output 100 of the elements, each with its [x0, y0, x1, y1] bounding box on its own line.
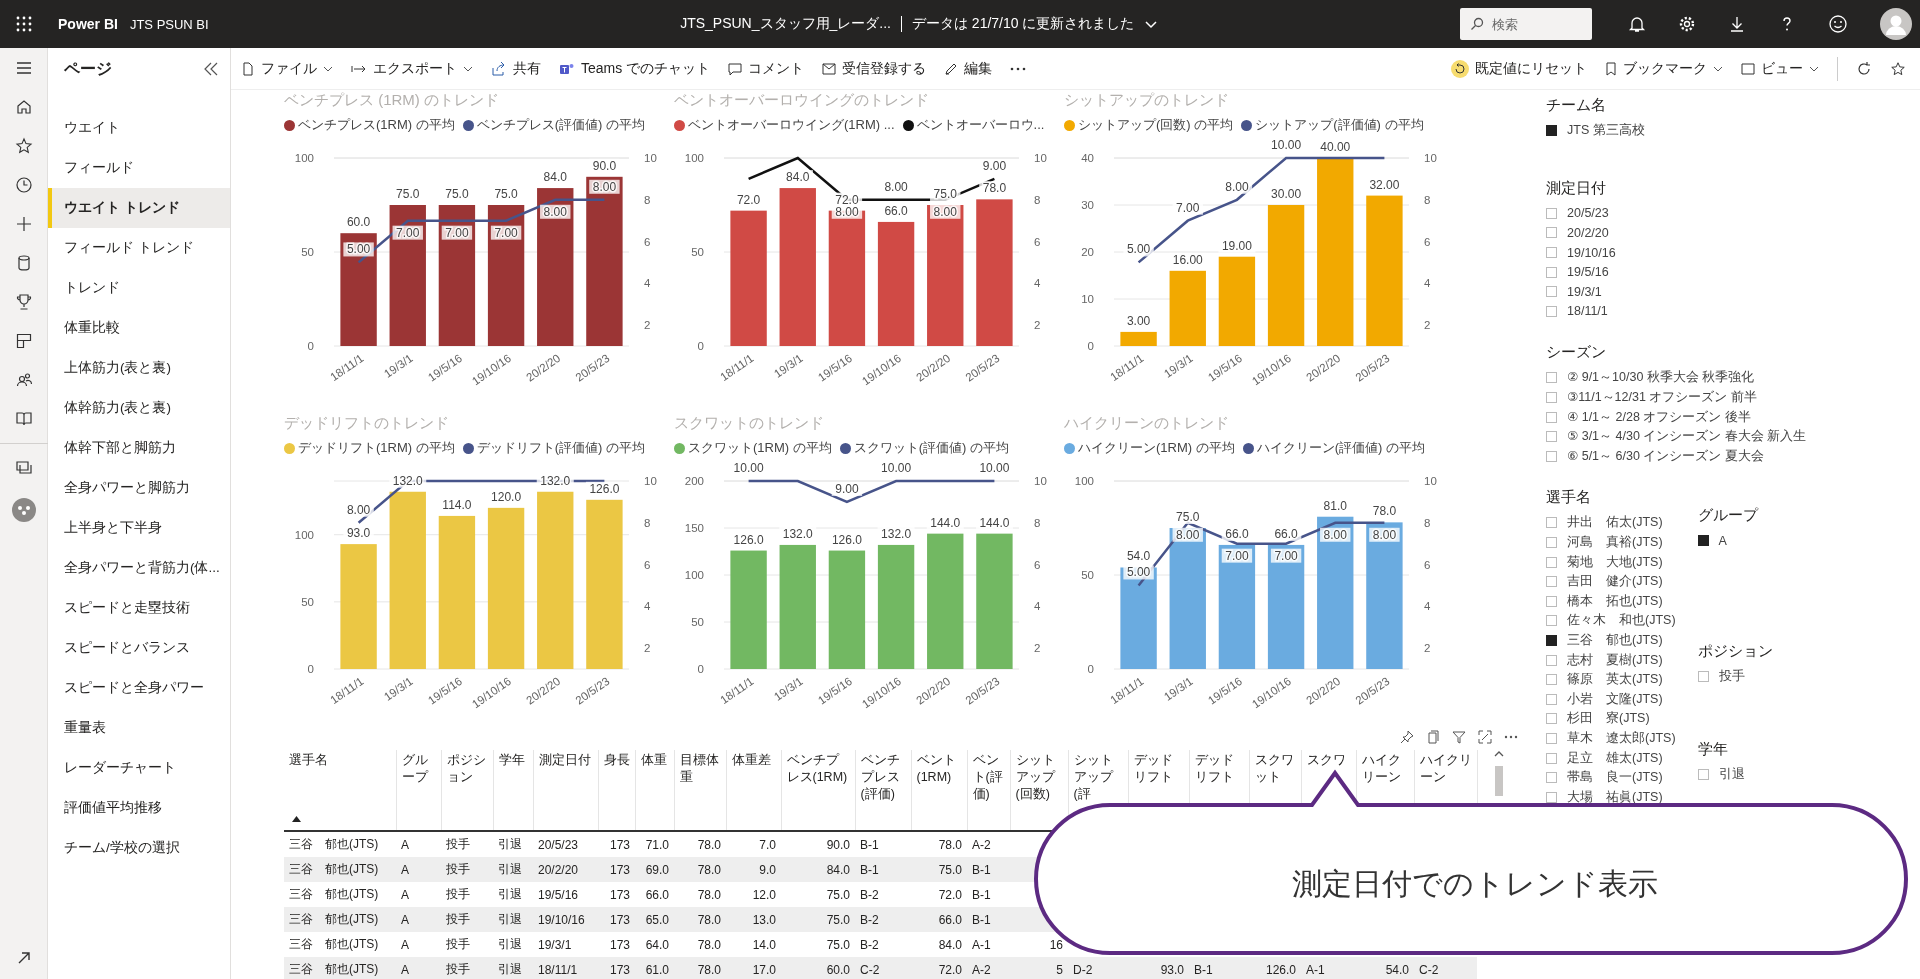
table-cell: 54.0 — [1385, 962, 1409, 977]
table-cell: C-2 — [860, 962, 880, 977]
table-cell: 78.0 — [697, 962, 721, 977]
table-cell: 19/10/16 — [538, 912, 585, 927]
data-label: 30.00 — [1267, 187, 1305, 201]
axis-label: 0 — [307, 663, 314, 675]
table-cell: 12.0 — [752, 887, 776, 902]
legend-label: デッドリフト(1RM) の平均 — [298, 439, 455, 457]
table-cell: 78.0 — [697, 937, 721, 952]
table-cell: B-1 — [860, 837, 879, 852]
data-label: 75.0 — [490, 187, 522, 201]
chart-title: スクワットのトレンド — [674, 413, 825, 433]
axis-label: 0 — [307, 340, 314, 352]
axis-label: 10 — [1034, 475, 1047, 487]
table-cell: B-2 — [860, 937, 879, 952]
table-cell: A — [401, 862, 409, 877]
axis-label: 2 — [1424, 642, 1431, 655]
table-cell: 173 — [609, 962, 630, 977]
chart-title: ベンチプレス (1RM) のトレンド — [284, 90, 500, 110]
axis-label: 8 — [644, 193, 651, 206]
legend-label: ハイクリーン(評価値) の平均 — [1256, 439, 1425, 457]
axis-label: 100 — [1074, 475, 1094, 487]
table-cell: A — [401, 937, 409, 952]
legend-label: シットアップ(回数) の平均 — [1078, 116, 1234, 134]
table-cell: 84.0 — [826, 862, 850, 877]
table-cell: 75.0 — [826, 887, 850, 902]
data-label: 54.0 — [1123, 549, 1154, 564]
table-cell: 72.0 — [938, 887, 962, 902]
legend-label: スクワット(1RM) の平均 — [688, 439, 832, 457]
data-label: 32.00 — [1365, 177, 1403, 192]
data-label: 5.00 — [1123, 565, 1154, 580]
axis-label: 8 — [1034, 516, 1041, 529]
table-cell: 75.0 — [938, 862, 962, 877]
data-label: 126.0 — [730, 532, 768, 547]
callout-text: 測定日付でのトレンド表示 — [1291, 866, 1659, 902]
slicer-title: シーズン — [1546, 343, 1607, 363]
table-cell: A — [401, 837, 409, 852]
data-label: 144.0 — [926, 515, 964, 530]
table-cell: 90.0 — [826, 837, 850, 852]
table-cell: 18/11/1 — [538, 962, 578, 977]
table-cell: 投手 — [446, 862, 470, 876]
table-cell: 引退 — [498, 937, 522, 951]
axis-label: 10 — [1424, 475, 1437, 487]
table-cell: 13.0 — [752, 912, 776, 927]
table-cell: B-2 — [860, 887, 879, 902]
axis-label: 0 — [1087, 663, 1094, 675]
data-label: 10.00 — [1267, 138, 1305, 152]
slicer-title: 学年 — [1697, 740, 1729, 760]
axis-label: 50 — [691, 246, 704, 258]
data-label: 7.00 — [1172, 200, 1203, 215]
data-label: 84.0 — [540, 170, 571, 185]
data-label: 114.0 — [438, 497, 476, 512]
axis-label: 100 — [294, 152, 314, 164]
data-label: 132.0 — [779, 526, 817, 541]
axis-label: 6 — [644, 558, 651, 571]
axis-label: 50 — [1081, 569, 1094, 581]
data-label: 75.0 — [392, 187, 423, 201]
data-label: 81.0 — [1320, 498, 1351, 513]
table-cell: 三谷 郁也(JTS) — [289, 962, 379, 976]
table-cell: 7.0 — [759, 837, 776, 852]
table-cell: A-2 — [972, 962, 991, 977]
legend-label: デッドリフト(評価値) の平均 — [476, 439, 645, 457]
data-label: 8.00 — [831, 204, 863, 219]
data-label: 132.0 — [536, 473, 574, 488]
table-cell: 69.0 — [645, 862, 669, 877]
axis-label: 50 — [301, 595, 314, 608]
table-cell: 19/3/1 — [538, 937, 572, 952]
table-cell: B-1 — [860, 862, 879, 877]
table-cell: 78.0 — [697, 837, 721, 852]
table-cell: 78.0 — [938, 837, 962, 852]
table-cell: 66.0 — [645, 887, 669, 902]
axis-label: 2 — [644, 319, 651, 332]
table-cell: 引退 — [498, 962, 522, 976]
axis-label: 150 — [684, 522, 704, 534]
table-cell: 65.0 — [645, 912, 669, 927]
table-cell: 173 — [609, 912, 630, 927]
axis-label: 100 — [684, 569, 704, 581]
axis-label: 4 — [1424, 277, 1431, 290]
axis-label: 20 — [1081, 246, 1094, 258]
table-cell: 173 — [609, 862, 630, 877]
table-cell: 9.0 — [759, 862, 776, 877]
table-cell: 78.0 — [697, 912, 721, 927]
table-cell: 78.0 — [697, 862, 721, 877]
data-label: 19.00 — [1218, 238, 1256, 253]
table-cell: 19/5/16 — [538, 887, 579, 902]
table-cell: 20/5/23 — [538, 837, 579, 852]
axis-label: 6 — [1034, 558, 1041, 571]
axis-label: 2 — [1034, 642, 1041, 655]
table-cell: 20/2/20 — [538, 862, 579, 877]
table-cell: 投手 — [446, 937, 470, 951]
data-label: 10.00 — [877, 461, 915, 475]
data-label: 10.00 — [730, 461, 768, 475]
table-cell: 93.0 — [1160, 962, 1184, 977]
axis-label: 6 — [1424, 558, 1431, 571]
table-cell: D-2 — [1073, 962, 1093, 977]
axis-label: 4 — [1034, 277, 1041, 290]
slicer-title: 測定日付 — [1546, 178, 1607, 198]
data-label: 8.00 — [880, 179, 912, 194]
table-cell: 引退 — [498, 887, 522, 901]
axis-label: 10 — [644, 152, 657, 164]
